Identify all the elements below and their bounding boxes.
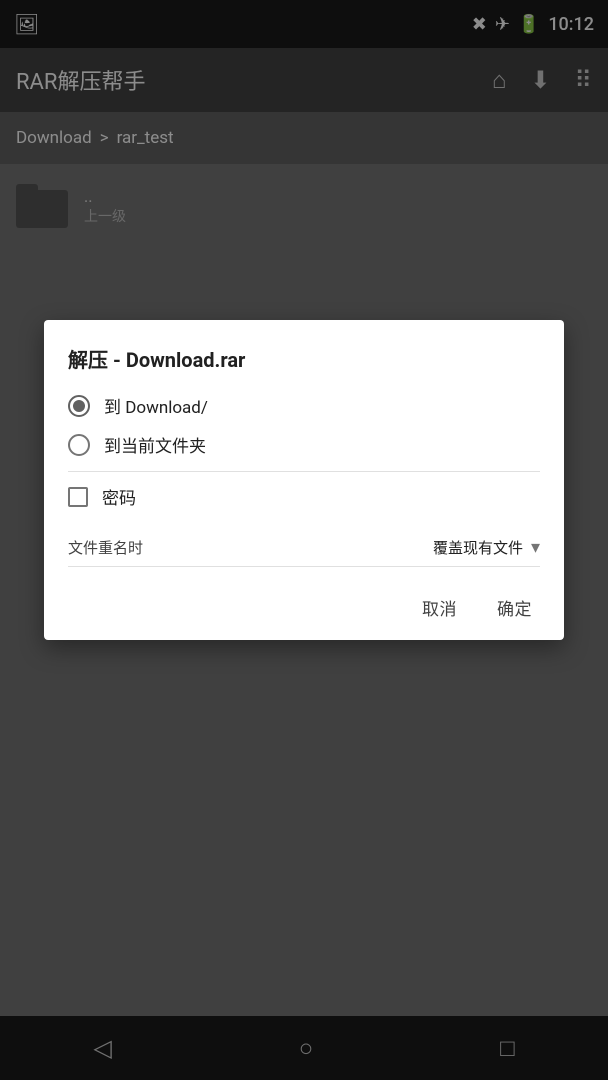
radio-option-download[interactable]: 到 Download/ <box>68 393 540 418</box>
dropdown-right[interactable]: 覆盖现有文件 ▾ <box>433 537 540 558</box>
radio-label-1: 到 Download/ <box>104 393 208 418</box>
radio-circle-2[interactable] <box>68 434 90 456</box>
radio-option-current[interactable]: 到当前文件夹 <box>68 432 540 457</box>
cancel-button[interactable]: 取消 <box>414 591 465 624</box>
dropdown-row[interactable]: 文件重名时 覆盖现有文件 ▾ <box>68 529 540 567</box>
dropdown-prefix: 文件重名时 <box>68 537 143 558</box>
radio-circle-1[interactable] <box>68 395 90 417</box>
checkbox-box[interactable] <box>68 487 88 507</box>
checkbox-password[interactable]: 密码 <box>68 484 540 509</box>
radio-label-2: 到当前文件夹 <box>104 432 206 457</box>
dialog-buttons: 取消 确定 <box>68 591 540 624</box>
divider-1 <box>68 471 540 472</box>
modal-overlay: 解压 - Download.rar 到 Download/ 到当前文件夹 密码 … <box>0 0 608 1080</box>
dialog-title: 解压 - Download.rar <box>68 344 540 373</box>
confirm-button[interactable]: 确定 <box>489 591 540 624</box>
chevron-down-icon: ▾ <box>531 537 540 558</box>
checkbox-label: 密码 <box>102 484 136 509</box>
dropdown-value: 覆盖现有文件 <box>433 537 523 558</box>
dialog: 解压 - Download.rar 到 Download/ 到当前文件夹 密码 … <box>44 320 564 640</box>
